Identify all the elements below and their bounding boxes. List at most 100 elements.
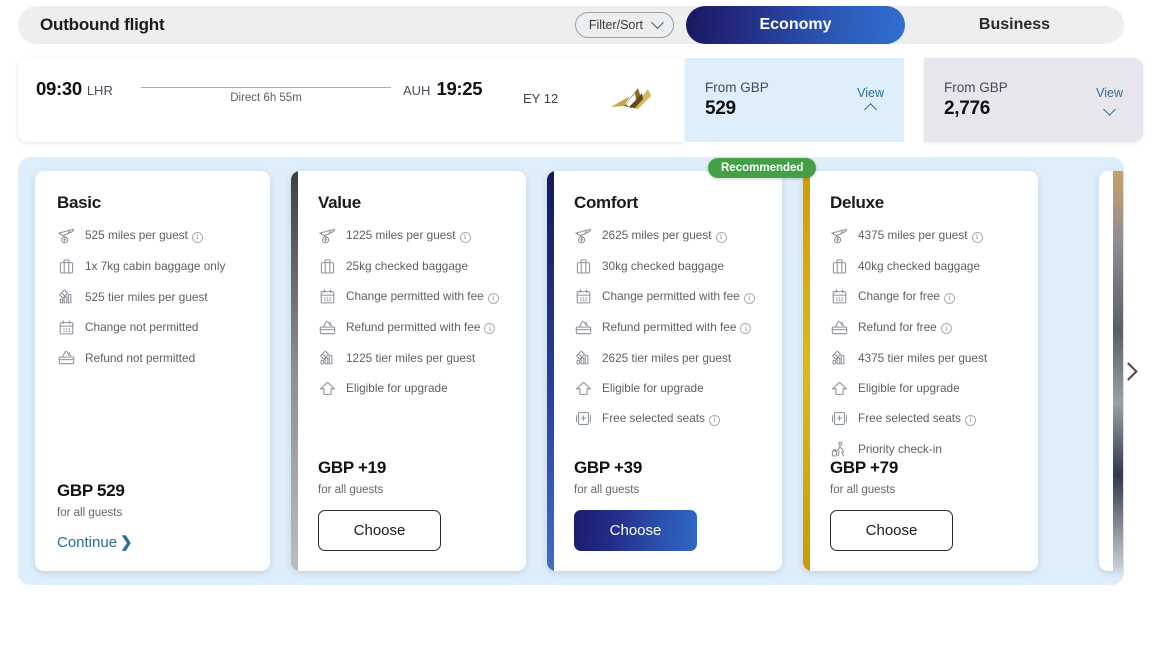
continue-label: Continue — [57, 533, 118, 551]
fare-card-title: Basic — [57, 193, 101, 212]
info-tooltip-icon[interactable]: i — [971, 231, 983, 243]
fare-feature-label: 2625 tier miles per guest — [602, 350, 732, 365]
info-tooltip-icon[interactable]: i — [715, 231, 727, 243]
fare-feature-label: Refund for free i — [858, 320, 952, 335]
business-price-block: From GBP 2,776 — [944, 80, 1008, 120]
info-tooltip-icon[interactable]: i — [740, 323, 752, 335]
fare-feature-label: 1225 tier miles per guest — [346, 350, 476, 365]
tier-miles-icon — [574, 348, 593, 367]
fare-card-footer: GBP +19 for all guests Choose — [318, 458, 441, 551]
info-tooltip-icon[interactable]: i — [484, 323, 496, 335]
tab-economy[interactable]: Economy — [686, 6, 905, 44]
fare-card-body: Comfort 2625 miles per guest i 30kg checked… — [547, 171, 782, 571]
chevron-up-icon — [864, 103, 877, 116]
economy-price-from-label: From GBP — [705, 80, 769, 95]
tab-business[interactable]: Business — [905, 6, 1124, 44]
checked-bag-icon — [830, 257, 849, 276]
fare-card-title: Deluxe — [830, 193, 884, 212]
cabin-price-economy[interactable]: From GBP 529 View — [685, 58, 904, 142]
chevron-down-icon — [1103, 103, 1116, 116]
fare-feature-row: 40kg checked baggage — [830, 257, 1022, 276]
fare-feature-label: Free selected seats i — [602, 411, 720, 426]
fare-price-sublabel: for all guests — [318, 484, 384, 496]
fare-feature-label: 30kg checked baggage — [602, 259, 725, 273]
fare-card-comfort[interactable]: Comfort 2625 miles per guest i 30kg checked… — [547, 171, 782, 571]
cabin-price-business[interactable]: From GBP 2,776 View — [924, 58, 1143, 142]
fare-feature-row: Change permitted with fee i — [318, 287, 510, 306]
chevron-down-icon — [651, 15, 664, 29]
fare-feature-label: 4375 miles per guest i — [858, 228, 983, 243]
page-header: Outbound flight Filter/Sort Economy Busi… — [18, 6, 1124, 44]
fare-card-list: Basic 525 miles per guest i 1x 7kg cabin ba… — [35, 171, 1038, 571]
tier-miles-icon — [57, 287, 76, 306]
economy-price-block: From GBP 529 — [705, 80, 769, 120]
etihad-falcon-logo-icon — [608, 84, 654, 119]
choose-button[interactable]: Choose — [318, 510, 441, 551]
filter-sort-button[interactable]: Filter/Sort — [574, 12, 674, 38]
fare-feature-label: Free selected seats i — [858, 411, 976, 426]
fare-card-body: Deluxe 4375 miles per guest i 40kg checked … — [803, 171, 1038, 571]
info-tooltip-icon[interactable]: i — [964, 414, 976, 426]
fare-feature-row: 4375 miles per guest i — [830, 226, 1022, 245]
fare-price: GBP +79 — [830, 458, 898, 477]
info-tooltip-icon[interactable]: i — [191, 231, 203, 243]
arrival-airport-code: AUH — [403, 83, 431, 98]
departure-block: 09:30 LHR — [36, 78, 113, 100]
fare-feature-label: 1225 miles per guest i — [346, 228, 471, 243]
choose-button[interactable]: Choose — [830, 510, 953, 551]
fare-price: GBP +19 — [318, 458, 386, 477]
fare-feature-label: 1x 7kg cabin baggage only — [85, 259, 226, 273]
fare-feature-label: Eligible for upgrade — [346, 381, 448, 395]
business-price-from-label: From GBP — [944, 80, 1008, 95]
fare-feature-row: 1x 7kg cabin baggage only — [57, 257, 254, 276]
carousel-next-button[interactable] — [1118, 360, 1142, 384]
upgrade-arrow-icon — [318, 379, 337, 398]
seat-select-icon — [830, 409, 849, 428]
refund-card-icon — [830, 318, 849, 337]
economy-price-amount: 529 — [705, 98, 736, 119]
info-tooltip-icon[interactable]: i — [487, 292, 499, 304]
economy-view-button[interactable]: View — [857, 86, 884, 116]
info-tooltip-icon[interactable]: i — [743, 292, 755, 304]
info-tooltip-icon[interactable]: i — [708, 414, 720, 426]
fare-feature-label: 25kg checked baggage — [346, 259, 469, 273]
fare-price: GBP +39 — [574, 458, 642, 477]
cabin-tabs: Economy Business — [686, 6, 1124, 44]
fare-card-footer: GBP 529 for all guests Continue ❯ — [57, 481, 133, 551]
business-view-label: View — [1096, 86, 1123, 100]
chevron-right-icon: ❯ — [120, 534, 133, 551]
choose-button[interactable]: Choose — [574, 510, 697, 551]
fare-price-sublabel: for all guests — [830, 484, 896, 496]
fare-feature-label: Eligible for upgrade — [858, 381, 960, 395]
info-tooltip-icon[interactable]: i — [459, 231, 471, 243]
flight-duration: Direct 6h 55m — [230, 92, 302, 104]
refund-card-icon — [318, 318, 337, 337]
miles-plane-icon — [318, 226, 337, 245]
refund-card-icon — [57, 348, 76, 367]
fare-feature-row: Eligible for upgrade — [574, 379, 766, 398]
fare-feature-row: Refund for free i — [830, 318, 1022, 337]
departure-airport-code: LHR — [86, 83, 113, 98]
fare-feature-row: Refund permitted with fee i — [318, 318, 510, 337]
fare-feature-label: 40kg checked baggage — [858, 259, 981, 273]
fare-card-deluxe[interactable]: Deluxe 4375 miles per guest i 40kg checked … — [803, 171, 1038, 571]
fare-feature-row: Change for free i — [830, 287, 1022, 306]
calendar-change-icon — [574, 287, 593, 306]
route-graphic: Direct 6h 55m — [141, 80, 391, 104]
fare-card-value[interactable]: Value 1225 miles per guest i 25kg checked b… — [291, 171, 526, 571]
fare-card-basic[interactable]: Basic 525 miles per guest i 1x 7kg cabin ba… — [35, 171, 270, 571]
fare-feature-label: Change permitted with fee i — [602, 289, 755, 304]
fare-feature-row: 1225 miles per guest i — [318, 226, 510, 245]
miles-plane-icon — [830, 226, 849, 245]
info-tooltip-icon[interactable]: i — [943, 292, 955, 304]
tier-miles-icon — [318, 348, 337, 367]
cabin-bag-icon — [57, 257, 76, 276]
fare-feature-row: 30kg checked baggage — [574, 257, 766, 276]
business-view-button[interactable]: View — [1096, 86, 1123, 116]
fare-feature-label: Refund not permitted — [85, 350, 196, 365]
fare-feature-row: 2625 miles per guest i — [574, 226, 766, 245]
info-tooltip-icon[interactable]: i — [940, 323, 952, 335]
fare-feature-row: Free selected seats i — [574, 409, 766, 428]
continue-link[interactable]: Continue ❯ — [57, 533, 133, 552]
business-price-amount: 2,776 — [944, 98, 991, 119]
